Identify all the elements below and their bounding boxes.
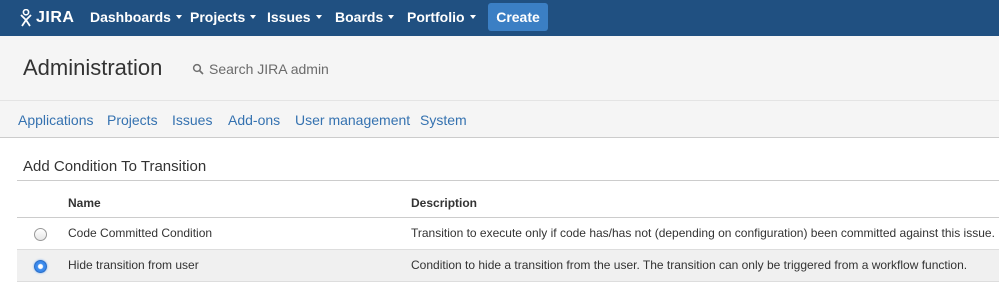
admin-tabs: Applications Projects Issues Add-ons Use… <box>0 100 999 138</box>
nav-label: Projects <box>190 9 246 25</box>
page-title: Administration <box>23 55 163 80</box>
nav-projects[interactable]: Projects <box>190 0 257 36</box>
column-header-description: Description <box>411 196 478 210</box>
logo-text: JIRA <box>36 9 75 26</box>
tab-applications[interactable]: Applications <box>18 112 94 128</box>
condition-name: Code Committed Condition <box>68 226 213 240</box>
nav-dashboards[interactable]: Dashboards <box>90 0 182 36</box>
jira-logo-icon <box>20 9 32 27</box>
chevron-down-icon <box>315 15 322 20</box>
jira-logo[interactable]: JIRA <box>18 8 74 28</box>
nav-boards[interactable]: Boards <box>335 0 395 36</box>
table-row[interactable]: Code Committed Condition Transition to e… <box>17 218 999 250</box>
chevron-down-icon <box>388 15 395 20</box>
top-navigation-bar: JIRA Dashboards Projects Issues Boards P… <box>0 0 999 36</box>
condition-radio[interactable] <box>34 228 47 241</box>
nav-label: Boards <box>335 9 384 25</box>
nav-label: Dashboards <box>90 9 171 25</box>
nav-issues[interactable]: Issues <box>267 0 322 36</box>
table-header: Name Description <box>17 180 999 218</box>
table-row[interactable]: Hide transition from user Condition to h… <box>17 250 999 282</box>
chevron-down-icon <box>469 15 476 20</box>
tab-issues[interactable]: Issues <box>172 112 212 128</box>
condition-description: Condition to hide a transition from the … <box>411 258 968 272</box>
nav-portfolio[interactable]: Portfolio <box>407 0 476 36</box>
search-icon <box>192 63 204 75</box>
tab-projects[interactable]: Projects <box>107 112 158 128</box>
create-button[interactable]: Create <box>488 3 548 31</box>
nav-label: Issues <box>267 9 311 25</box>
search-input[interactable]: Search JIRA admin <box>209 61 329 77</box>
condition-radio[interactable] <box>34 260 47 273</box>
condition-description: Transition to execute only if code has/h… <box>411 226 995 240</box>
chevron-down-icon <box>175 15 182 20</box>
section-title: Add Condition To Transition <box>23 158 207 175</box>
tab-system[interactable]: System <box>420 112 467 128</box>
admin-header: Administration Search JIRA admin <box>0 36 999 100</box>
tab-add-ons[interactable]: Add-ons <box>228 112 280 128</box>
nav-label: Portfolio <box>407 9 465 25</box>
condition-name: Hide transition from user <box>68 258 199 272</box>
chevron-down-icon <box>250 15 257 20</box>
tab-user-management[interactable]: User management <box>295 112 410 128</box>
column-header-name: Name <box>68 196 101 210</box>
admin-search[interactable]: Search JIRA admin <box>192 61 329 77</box>
